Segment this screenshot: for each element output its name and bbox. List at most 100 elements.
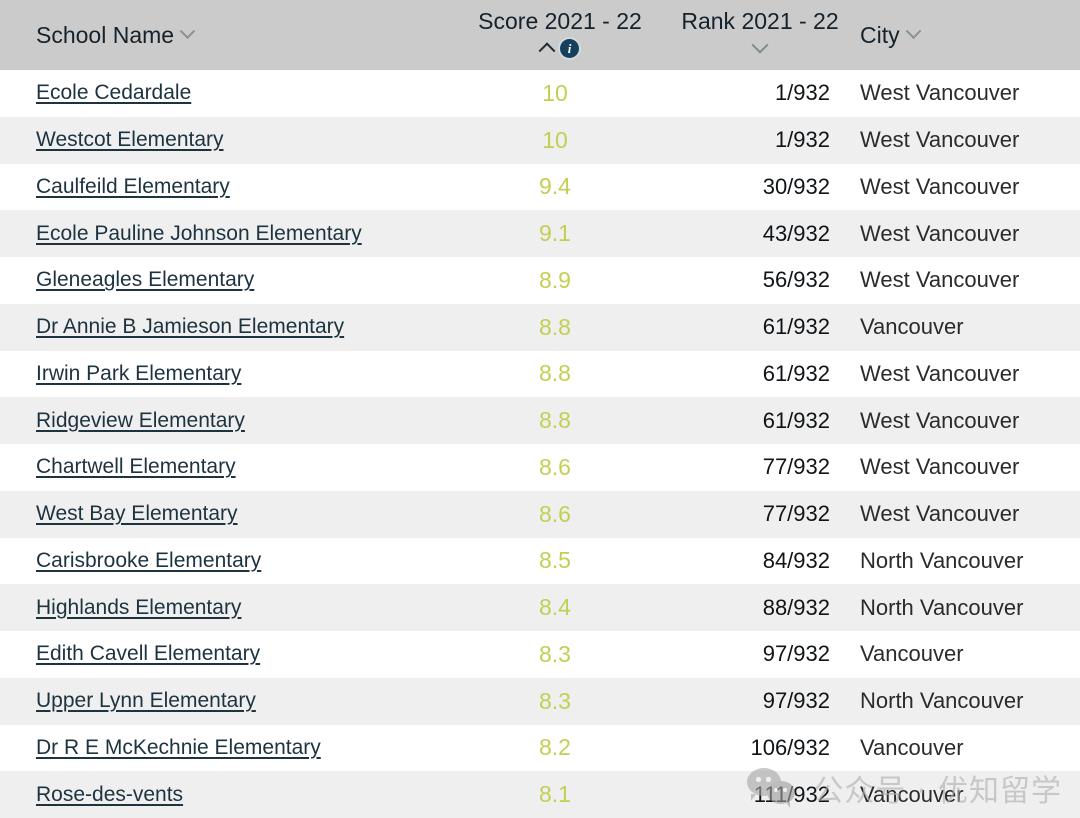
column-header-school-name-label: School Name [36, 22, 175, 48]
school-name-link[interactable]: Carisbrooke Elementary [36, 549, 261, 572]
cell-city: North Vancouver [860, 594, 1024, 620]
cell-school-name: Upper Lynn Elementary [0, 678, 460, 725]
column-header-rank[interactable]: Rank 2021 - 22 [660, 0, 860, 70]
table-row: Ridgeview Elementary 8.8 61/932 West Vancou… [0, 397, 1080, 444]
cell-rank: 1/932 [774, 80, 830, 106]
cell-rank: 111/932 [753, 781, 830, 807]
school-name-link[interactable]: Dr Annie B Jamieson Elementary [36, 315, 344, 338]
school-name-link[interactable]: Upper Lynn Elementary [36, 689, 256, 712]
school-rankings-table: School Name Score 2021 - 22 i Rank 2021 … [0, 0, 1080, 818]
cell-school-name: West Bay Elementary [0, 491, 460, 538]
school-name-link[interactable]: Dr R E McKechnie Elementary [36, 736, 321, 759]
table-row: Irwin Park Elementary 8.8 61/932 West Vanco… [0, 350, 1080, 398]
cell-city: West Vancouver [860, 267, 1020, 293]
school-name-link[interactable]: Rose-des-vents [36, 783, 183, 806]
school-name-link[interactable]: Chartwell Elementary [36, 455, 236, 478]
cell-school-name: Caulfeild Elementary [0, 164, 460, 211]
school-name-link[interactable]: Ridgeview Elementary [36, 409, 245, 432]
cell-city: West Vancouver [860, 220, 1020, 246]
school-name-link[interactable]: Ecole Cedardale [36, 81, 191, 104]
cell-city: Vancouver [860, 641, 964, 667]
chevron-up-icon[interactable] [538, 42, 556, 60]
column-header-school-name[interactable]: School Name [0, 0, 460, 70]
cell-city: North Vancouver [860, 688, 1024, 714]
cell-score: 8.6 [539, 453, 571, 480]
cell-score: 8.3 [539, 640, 571, 667]
table-row: Westcot Elementary 10 1/932 West Vancouver [0, 116, 1080, 164]
column-header-score-controls: i [538, 37, 579, 60]
column-header-score[interactable]: Score 2021 - 22 i [460, 0, 660, 70]
column-header-rank-controls [751, 36, 769, 59]
table-row: Rose-des-vents 8.1 111/932 Vancouver [0, 771, 1080, 818]
table-row: West Bay Elementary 8.6 77/932 West Vancouv… [0, 490, 1080, 538]
cell-school-name: Ridgeview Elementary [0, 397, 460, 444]
table-row: Caulfeild Elementary 9.4 30/932 West Vancou… [0, 163, 1080, 211]
school-name-link[interactable]: West Bay Elementary [36, 502, 238, 525]
cell-city: West Vancouver [860, 127, 1020, 153]
cell-rank: 97/932 [762, 641, 830, 667]
cell-score: 8.2 [539, 734, 571, 761]
table-row: Highlands Elementary 8.4 88/932 North Vanco… [0, 584, 1080, 631]
table-row: Ecole Pauline Johnson Elementary 9.1 43/93… [0, 210, 1080, 257]
table-row: Upper Lynn Elementary 8.3 97/932 North Vanc… [0, 677, 1080, 725]
table-row: Edith Cavell Elementary 8.3 97/932 Vancouve… [0, 631, 1080, 678]
cell-school-name: Dr Annie B Jamieson Elementary [0, 304, 460, 351]
cell-school-name: Chartwell Elementary [0, 444, 460, 491]
cell-score: 8.1 [539, 781, 571, 808]
cell-school-name: Rose-des-vents [0, 771, 460, 818]
cell-score: 8.9 [539, 266, 571, 293]
cell-city: West Vancouver [860, 501, 1020, 527]
school-name-link[interactable]: Caulfeild Elementary [36, 175, 230, 198]
chevron-down-icon[interactable] [751, 36, 769, 54]
cell-rank: 43/932 [762, 220, 830, 246]
chevron-down-icon[interactable] [179, 22, 196, 39]
cell-city: West Vancouver [860, 80, 1020, 106]
cell-school-name: Irwin Park Elementary [0, 351, 460, 398]
cell-rank: 84/932 [762, 547, 830, 573]
school-name-link[interactable]: Ecole Pauline Johnson Elementary [36, 222, 362, 245]
cell-score: 10 [542, 126, 568, 153]
cell-score: 8.8 [539, 360, 571, 387]
cell-school-name: Ecole Cedardale [0, 70, 460, 117]
cell-school-name: Westcot Elementary [0, 117, 460, 164]
chevron-down-icon[interactable] [905, 22, 921, 39]
cell-rank: 61/932 [762, 314, 830, 340]
table-header-row: School Name Score 2021 - 22 i Rank 2021 … [0, 0, 1080, 70]
cell-rank: 77/932 [762, 454, 830, 480]
school-rankings-table-view: School Name Score 2021 - 22 i Rank 2021 … [0, 0, 1080, 818]
cell-rank: 97/932 [762, 688, 830, 714]
cell-score: 8.8 [539, 407, 571, 434]
table-row: Gleneagles Elementary 8.9 56/932 West Vanco… [0, 257, 1080, 304]
table-row: Dr R E McKechnie Elementary 8.2 106/932 Van… [0, 724, 1080, 772]
cell-rank: 77/932 [762, 501, 830, 527]
cell-school-name: Highlands Elementary [0, 584, 460, 631]
table-body: Ecole Cedardale 10 1/932 West Vancouver West… [0, 70, 1080, 818]
cell-school-name: Ecole Pauline Johnson Elementary [0, 210, 460, 257]
cell-score: 9.1 [539, 220, 571, 247]
school-name-link[interactable]: Edith Cavell Elementary [36, 642, 260, 665]
school-name-link[interactable]: Irwin Park Elementary [36, 362, 241, 385]
cell-city: North Vancouver [860, 547, 1024, 573]
school-name-link[interactable]: Highlands Elementary [36, 596, 241, 619]
table-header: School Name Score 2021 - 22 i Rank 2021 … [0, 0, 1080, 70]
column-header-score-label: Score 2021 - 22 [478, 8, 642, 34]
cell-score: 9.4 [539, 173, 571, 200]
cell-rank: 88/932 [762, 594, 830, 620]
column-header-city[interactable]: City [860, 0, 1080, 70]
school-name-link[interactable]: Gleneagles Elementary [36, 268, 254, 291]
cell-rank: 61/932 [762, 360, 830, 386]
cell-school-name: Dr R E McKechnie Elementary [0, 725, 460, 772]
info-circle-icon[interactable]: i [560, 38, 579, 58]
cell-rank: 106/932 [750, 734, 830, 760]
cell-rank: 30/932 [762, 173, 830, 199]
school-name-link[interactable]: Westcot Elementary [36, 128, 224, 151]
cell-rank: 61/932 [762, 407, 830, 433]
cell-city: West Vancouver [860, 173, 1020, 199]
cell-school-name: Gleneagles Elementary [0, 257, 460, 304]
cell-score: 8.5 [539, 547, 571, 574]
cell-city: West Vancouver [860, 360, 1020, 386]
column-header-city-label: City [860, 22, 900, 48]
cell-city: West Vancouver [860, 454, 1020, 480]
table-row: Dr Annie B Jamieson Elementary 8.8 61/932 V… [0, 303, 1080, 351]
table-row: Carisbrooke Elementary 8.5 84/932 North Van… [0, 537, 1080, 585]
